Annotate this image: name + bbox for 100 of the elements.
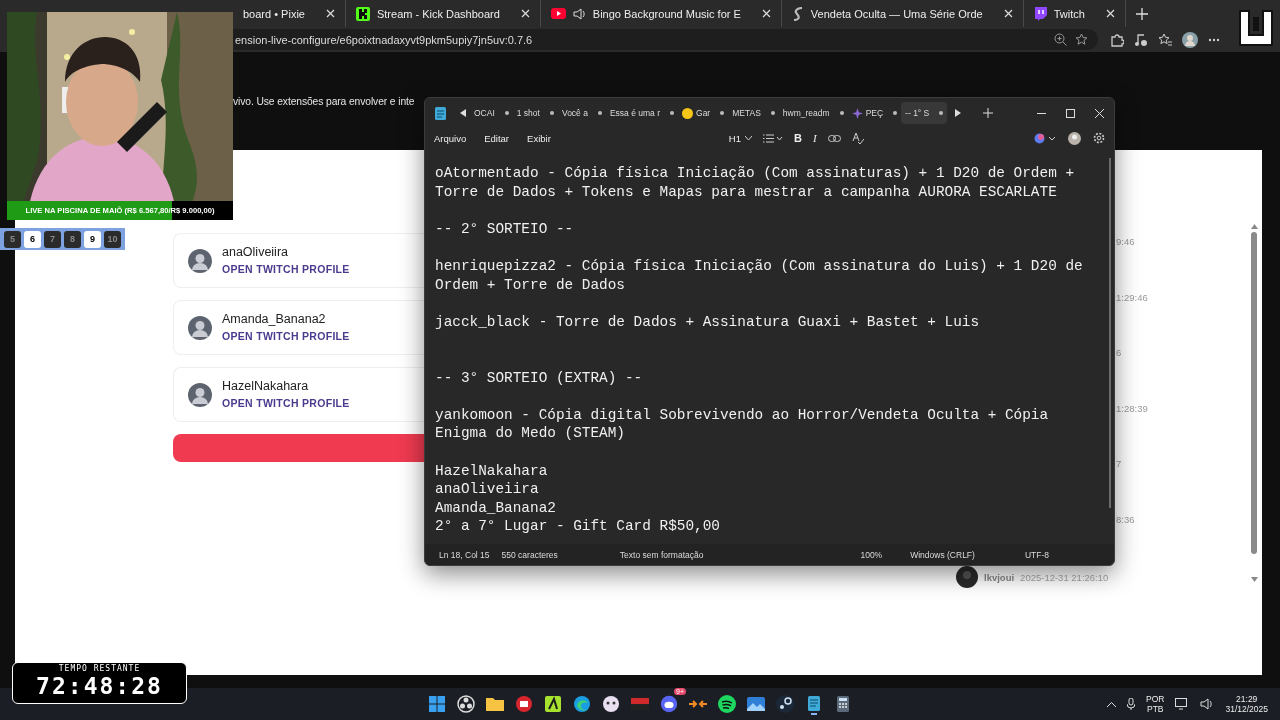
more-icon[interactable] xyxy=(1208,37,1220,42)
username: anaOliveiira xyxy=(222,244,289,259)
spotify-icon[interactable] xyxy=(716,693,738,715)
close-icon[interactable] xyxy=(761,9,771,18)
timestamp: 9:46 xyxy=(1116,236,1135,247)
close-icon[interactable] xyxy=(1095,108,1104,118)
document-tab[interactable]: hwm_readm xyxy=(778,102,848,124)
kick-icon xyxy=(355,6,370,21)
plus-icon[interactable] xyxy=(983,108,994,118)
network-icon[interactable] xyxy=(1175,698,1190,710)
counter-item: 6 xyxy=(24,230,41,248)
counter-item: 10 xyxy=(104,230,121,248)
language-indicator[interactable]: POR PTB xyxy=(1146,694,1165,714)
clock[interactable]: 21:29 31/12/2025 xyxy=(1225,694,1268,714)
sparkle-icon xyxy=(851,107,863,119)
notepad-icon xyxy=(435,106,446,120)
document-tab[interactable]: Você a xyxy=(557,102,606,124)
status-item: Windows (CRLF) xyxy=(910,549,975,560)
timestamp: 7 xyxy=(1116,458,1122,469)
music-icon[interactable] xyxy=(1134,32,1148,47)
timestamp: 6 xyxy=(1116,347,1122,358)
document-tab[interactable]: Essa é uma r xyxy=(605,102,678,124)
status-item: UTF-8 xyxy=(1024,549,1049,560)
comment-time: 2025-12-31 21:26:10 xyxy=(1020,571,1109,583)
scroll-up-icon[interactable] xyxy=(1250,224,1258,229)
text-line: Ordem + Torre de Dados xyxy=(435,275,626,295)
document-tab[interactable]: OCAI xyxy=(470,102,513,124)
timer-label: TEMPO RESTANTE xyxy=(58,664,141,673)
settings-icon[interactable] xyxy=(1093,132,1105,144)
scroll-down-icon[interactable] xyxy=(1250,577,1258,582)
spellcheck-icon[interactable] xyxy=(851,132,864,144)
username: Amanda_Banana2 xyxy=(222,311,327,326)
scroll-right-icon[interactable] xyxy=(955,109,962,117)
document-tab[interactable]: METAS xyxy=(728,102,779,124)
favorites-icon[interactable] xyxy=(1158,32,1172,47)
document-tab[interactable]: Gar xyxy=(678,102,729,124)
link-icon[interactable] xyxy=(827,134,841,142)
close-icon[interactable] xyxy=(325,9,335,18)
status-item: Texto sem formatação xyxy=(619,549,704,560)
list-icon[interactable] xyxy=(762,133,783,143)
avatar-icon xyxy=(188,382,212,407)
close-icon[interactable] xyxy=(1105,9,1115,18)
menu-item[interactable]: Exibir xyxy=(527,132,551,144)
menu-item[interactable]: Editar xyxy=(484,132,510,144)
description-text: vivo. Use extensões para envolver e inte xyxy=(233,95,415,107)
text-line: -- 3° SORTEIO (EXTRA) -- xyxy=(435,368,644,388)
steam-icon[interactable] xyxy=(774,693,796,715)
document-tab[interactable]: PEÇ xyxy=(847,102,902,124)
windows-icon[interactable] xyxy=(426,693,448,715)
microphone-icon[interactable] xyxy=(1127,698,1136,710)
address-bar[interactable]: ension-live-configure/e6poixtnadaxyvt9pkm5upiy7jn5uv:0.7.6 xyxy=(233,29,1098,50)
comment-user: lkvjoui xyxy=(984,571,1015,583)
scroll-left-icon[interactable] xyxy=(460,109,466,117)
document-tab[interactable]: 1 shot xyxy=(512,102,558,124)
zoom-icon[interactable] xyxy=(1054,33,1067,46)
text-line: jacck_black - Torre de Dados + Assinatura Guaxi + Bastet + Luis xyxy=(435,312,981,332)
text-line: Amanda_Banana2 xyxy=(435,498,557,518)
counter-item: 5 xyxy=(4,230,21,248)
timestamp: 1:28:39 xyxy=(1116,402,1148,414)
text-line: Torre de Dados + Tokens e Mapas para mestrar a campanha AURORA ESCARLATE xyxy=(435,182,1058,202)
plus-icon[interactable] xyxy=(1135,7,1148,20)
scrollbar-thumb[interactable] xyxy=(1251,232,1257,554)
profile-link[interactable]: OPEN TWITCH PROFILE xyxy=(222,262,350,275)
speaker-icon[interactable] xyxy=(572,7,586,20)
app-icon[interactable] xyxy=(513,693,535,715)
menu-item[interactable]: Arquivo xyxy=(434,132,467,144)
heading-dropdown[interactable]: H1 xyxy=(728,132,752,144)
puzzle-icon[interactable] xyxy=(1110,32,1124,47)
avatar-icon xyxy=(188,315,212,340)
text-line: anaOliveiira xyxy=(435,480,540,499)
app-icon[interactable] xyxy=(542,693,564,715)
text-line: yankomoon - Cópia digital Sobrevivendo ao Horror/Vendeta Oculta + Cópia xyxy=(435,405,1050,425)
chevron-up-icon[interactable] xyxy=(1107,701,1117,707)
text-line: Enigma do Medo (STEAM) xyxy=(435,424,626,443)
text-line: HazelNakahara xyxy=(435,461,549,481)
volume-icon[interactable] xyxy=(1200,698,1215,710)
text-line: -- 2° SORTEIO -- xyxy=(435,219,575,239)
edge-icon[interactable] xyxy=(571,693,593,715)
avatar-icon[interactable] xyxy=(1182,31,1198,48)
caret-icon xyxy=(744,136,752,140)
document-tab[interactable]: -- 1° S xyxy=(901,102,948,124)
close-icon[interactable] xyxy=(520,9,530,18)
profile-link[interactable]: OPEN TWITCH PROFILE xyxy=(222,329,350,342)
status-item: 100% xyxy=(860,549,883,560)
maximize-icon[interactable] xyxy=(1066,108,1075,118)
minimize-icon[interactable] xyxy=(1037,112,1046,114)
star-icon[interactable] xyxy=(1075,33,1088,46)
italic-button[interactable]: I xyxy=(812,132,817,144)
avatar-icon[interactable] xyxy=(1068,131,1081,145)
youtube-icon xyxy=(550,8,566,19)
bold-button[interactable]: B xyxy=(793,132,802,144)
counter-item: 8 xyxy=(64,230,81,248)
username: HazelNakahara xyxy=(222,378,310,393)
timestamp: 1:29:46 xyxy=(1116,291,1148,303)
counter-item: 9 xyxy=(84,230,101,248)
discord-icon[interactable] xyxy=(659,694,679,714)
copilot-icon[interactable] xyxy=(1034,132,1056,144)
status-item: 550 caracteres xyxy=(501,549,558,560)
profile-link[interactable]: OPEN TWITCH PROFILE xyxy=(222,396,350,409)
close-icon[interactable] xyxy=(1003,9,1013,18)
